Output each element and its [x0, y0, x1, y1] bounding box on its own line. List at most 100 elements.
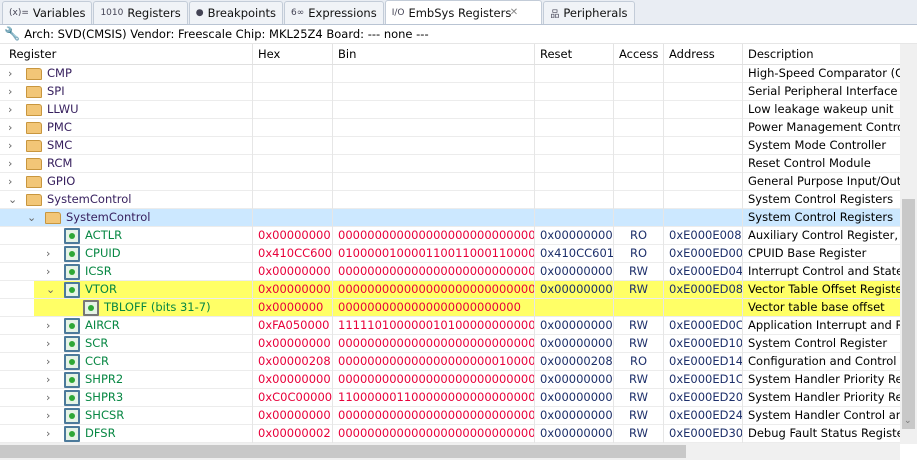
chevron-right-icon[interactable]: › [46, 371, 50, 388]
cell-reset [534, 191, 613, 209]
tab-variables[interactable]: (x)= Variables [2, 1, 93, 24]
vertical-scrollbar[interactable]: ⌄ [900, 44, 917, 444]
cell-hex [252, 83, 332, 101]
tab-icon: (x)= [9, 8, 29, 18]
cell-hex: 0xFA050000 [252, 317, 332, 335]
table-row[interactable]: › RCM Reset Control Module [0, 155, 900, 173]
column-header-register[interactable]: Register [4, 44, 252, 64]
chevron-right-icon[interactable]: › [8, 65, 12, 82]
register-name: CPUID [85, 246, 121, 260]
cell-bin: 00000000000000000000000000000000 [332, 263, 534, 281]
cell-access [613, 83, 663, 101]
field-icon [83, 300, 99, 316]
cell-reset [534, 155, 613, 173]
register-name: SMC [47, 138, 73, 152]
chevron-down-icon[interactable]: ⌄ [46, 281, 55, 298]
table-row[interactable]: › CPUID 0x410CC600 010000010000110011000110… [0, 245, 900, 263]
tab-registers[interactable]: 1010 Registers [93, 1, 188, 24]
vertical-scroll-thumb[interactable] [902, 199, 915, 429]
folder-icon [26, 158, 42, 170]
chevron-right-icon[interactable]: › [8, 155, 12, 172]
cell-bin [332, 209, 534, 227]
table-row[interactable]: TBLOFF (bits 31-7) 0x0000000 0000000000000… [0, 299, 900, 317]
close-icon[interactable]: ✕ [510, 7, 518, 18]
chevron-right-icon[interactable]: › [8, 119, 12, 136]
table-row[interactable]: › SMC System Mode Controller [0, 137, 900, 155]
cell-bin: 00000000000000000000000000000000 [332, 281, 534, 299]
register-name: CMP [47, 66, 72, 80]
table-row[interactable]: › SPI Serial Peripheral Interface [0, 83, 900, 101]
cell-addr [663, 191, 742, 209]
chevron-right-icon[interactable]: › [8, 173, 12, 190]
register-name: SHCSR [85, 408, 125, 422]
folder-icon [26, 194, 42, 206]
cell-desc: Serial Peripheral Interface [742, 83, 900, 101]
table-row[interactable]: ⌄ VTOR 0x00000000 0000000000000000000000000… [0, 281, 900, 299]
column-header-access[interactable]: Access [613, 44, 663, 64]
cell-addr: 0xE000ED08 [663, 281, 742, 299]
cell-hex: 0x00000208 [252, 353, 332, 371]
chevron-right-icon[interactable]: › [46, 263, 50, 280]
cell-access: RW [613, 425, 663, 443]
cell-access [613, 191, 663, 209]
cell-hex [252, 119, 332, 137]
tab-breakpoints[interactable]: ● Breakpoints [188, 1, 284, 24]
column-header-bin[interactable]: Bin [332, 44, 534, 64]
table-row[interactable]: › CCR 0x00000208 00000000000000000000001000… [0, 353, 900, 371]
table-row[interactable]: › LLWU Low leakage wakeup unit [0, 101, 900, 119]
chevron-right-icon[interactable]: › [8, 137, 12, 154]
column-header-address[interactable]: Address [663, 44, 742, 64]
cell-access [613, 209, 663, 227]
column-header-reset[interactable]: Reset [534, 44, 613, 64]
table-row[interactable]: › SCR 0x00000000 00000000000000000000000000… [0, 335, 900, 353]
chevron-right-icon[interactable]: › [46, 335, 50, 352]
chevron-right-icon[interactable]: › [8, 101, 12, 118]
chevron-right-icon[interactable]: › [46, 245, 50, 262]
cell-desc: System Handler Control and [742, 407, 900, 425]
cell-addr [663, 173, 742, 191]
tab-expressions[interactable]: 6∞ Expressions [284, 1, 384, 24]
cell-bin: 00000000000000000000000000000010 [332, 425, 534, 443]
table-row[interactable]: › SHCSR 0x00000000 000000000000000000000000… [0, 407, 900, 425]
register-name: ICSR [85, 264, 112, 278]
cell-desc: System Handler Priority Regi [742, 389, 900, 407]
table-row[interactable]: › ICSR 0x00000000 0000000000000000000000000… [0, 263, 900, 281]
table-row[interactable]: › CMP High-Speed Comparator (CM [0, 65, 900, 83]
wrench-icon[interactable]: 🔧 [4, 27, 20, 42]
register-name: TBLOFF (bits 31-7) [104, 300, 211, 314]
table-row[interactable]: ⌄ SystemControl System Control Registers [0, 191, 900, 209]
register-icon [64, 354, 80, 370]
register-icon [64, 228, 80, 244]
table-row[interactable]: › PMC Power Management Control [0, 119, 900, 137]
column-header-description[interactable]: Description [742, 44, 900, 64]
register-icon [64, 264, 80, 280]
chevron-right-icon[interactable]: › [8, 83, 12, 100]
register-name: DFSR [85, 426, 116, 440]
folder-icon [26, 176, 42, 188]
folder-icon [26, 140, 42, 152]
scroll-down-icon[interactable]: ⌄ [904, 416, 912, 426]
table-row[interactable]: › SHPR3 0xC0C00000 110000001100000000000000… [0, 389, 900, 407]
horizontal-scrollbar[interactable] [0, 443, 900, 460]
table-row[interactable]: ⌄ SystemControl System Control Registers [0, 209, 900, 227]
chevron-down-icon[interactable]: ⌄ [27, 209, 36, 226]
view-tabs: (x)= Variables 1010 Registers ● Breakpoints 6∞… [0, 0, 917, 25]
chevron-right-icon[interactable]: › [46, 407, 50, 424]
chevron-right-icon[interactable]: › [46, 389, 50, 406]
chevron-right-icon[interactable]: › [46, 425, 50, 442]
chip-info-bar: 🔧 Arch: SVD(CMSIS) Vendor: Freescale Chi… [0, 25, 917, 44]
tab-embsys-registers[interactable]: I/O EmbSys Registers ✕ [384, 0, 543, 24]
cell-desc: General Purpose Input/Outp [742, 173, 900, 191]
table-row[interactable]: ACTLR 0x00000000 0000000000000000000000000… [0, 227, 900, 245]
cell-desc: System Control Registers [742, 209, 900, 227]
chevron-down-icon[interactable]: ⌄ [8, 191, 17, 208]
table-row[interactable]: › SHPR2 0x00000000 000000000000000000000000… [0, 371, 900, 389]
table-row[interactable]: › GPIO General Purpose Input/Outp [0, 173, 900, 191]
table-row[interactable]: › DFSR 0x00000002 0000000000000000000000000… [0, 425, 900, 443]
column-header-hex[interactable]: Hex [252, 44, 332, 64]
chevron-right-icon[interactable]: › [46, 317, 50, 334]
table-row[interactable]: › AIRCR 0xFA050000 111110100000010100000000… [0, 317, 900, 335]
chevron-right-icon[interactable]: › [46, 353, 50, 370]
tab-peripherals[interactable]: 品 Peripherals [543, 1, 635, 24]
horizontal-scroll-thumb[interactable] [0, 445, 686, 458]
